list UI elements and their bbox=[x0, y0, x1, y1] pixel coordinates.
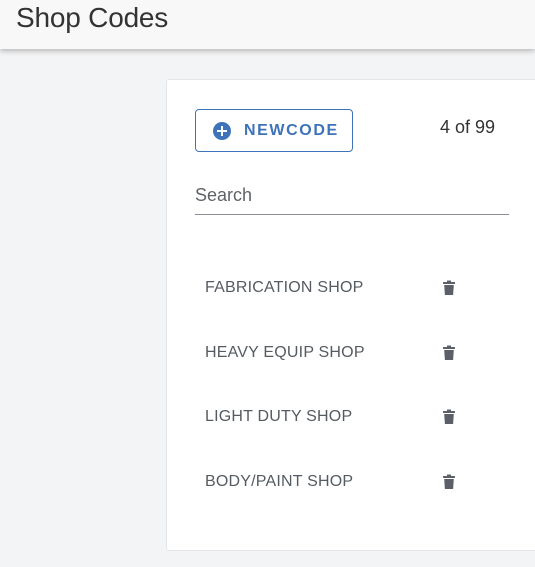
shop-code-row: LIGHT DUTY SHOP bbox=[167, 385, 535, 450]
add-circle-icon bbox=[213, 121, 231, 140]
trash-icon bbox=[443, 474, 455, 490]
shop-code-row: BODY/PAINT SHOP bbox=[167, 450, 535, 515]
shop-code-list: FABRICATION SHOP HEAVY EQUIP SHOP LIGHT … bbox=[167, 256, 535, 515]
shop-code-label: BODY/PAINT SHOP bbox=[205, 473, 354, 491]
delete-shop-code-button[interactable] bbox=[437, 405, 461, 429]
delete-shop-code-button[interactable] bbox=[437, 276, 461, 300]
record-count: 4 of 99 bbox=[440, 117, 496, 137]
new-code-button[interactable]: NEWCODE bbox=[195, 109, 353, 152]
app-bar: Shop Codes bbox=[0, 0, 535, 49]
page-title: Shop Codes bbox=[16, 2, 169, 33]
shop-code-row: HEAVY EQUIP SHOP bbox=[167, 321, 535, 386]
delete-shop-code-button[interactable] bbox=[437, 470, 461, 494]
shop-code-row: FABRICATION SHOP bbox=[167, 256, 535, 321]
trash-icon bbox=[443, 280, 455, 295]
delete-shop-code-button[interactable] bbox=[437, 341, 461, 365]
trash-icon bbox=[443, 409, 455, 425]
shop-code-label: FABRICATION SHOP bbox=[205, 279, 364, 296]
shop-codes-card: NEWCODE 4 of 99 FABRICATION SHOP HEAVY E… bbox=[166, 79, 535, 551]
search-input[interactable] bbox=[195, 181, 509, 209]
trash-icon bbox=[443, 345, 455, 360]
shop-code-label: HEAVY EQUIP SHOP bbox=[205, 343, 365, 361]
new-code-button-label: NEWCODE bbox=[244, 121, 339, 139]
search-field[interactable] bbox=[195, 181, 509, 215]
shop-code-label: LIGHT DUTY SHOP bbox=[205, 408, 353, 426]
